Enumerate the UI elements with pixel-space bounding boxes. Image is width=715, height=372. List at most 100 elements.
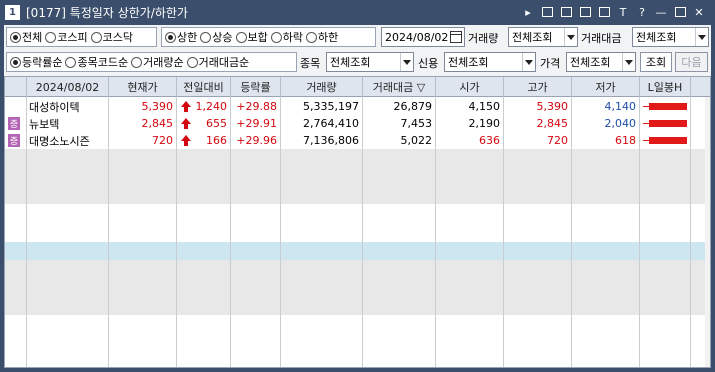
trade-amount: 26,879 [393,100,433,113]
item-label: 종목 [300,57,321,70]
chevron-down-icon[interactable] [564,28,577,46]
volume-select[interactable]: 전체조회 [508,27,578,47]
header-volume[interactable]: 거래량 [281,77,363,97]
empty-band [5,149,705,204]
header-amount[interactable]: 거래대금 ▽ [363,77,436,97]
caret-right-icon[interactable]: ▸ [520,4,536,20]
limit-radio-flat[interactable]: 보합 [235,29,268,45]
market-radio-group: 전체 코스피 코스닥 [6,27,157,47]
chevron-down-icon[interactable] [522,53,535,71]
limit-radio-rise[interactable]: 상승 [200,29,233,45]
item-select[interactable]: 전체조회 [326,52,414,72]
amount-select[interactable]: 전체조회 [632,27,709,47]
trade-amount: 7,453 [400,117,433,130]
change-rate: +29.91 [236,117,277,130]
table-row[interactable]: 대성하이텍 5,390 1,240 +29.88 5,335,197 26,879 4,15… [5,98,705,115]
empty-band [5,260,705,315]
daily-candle-bar [649,137,687,144]
limit-radio-fall[interactable]: 하락 [270,29,303,45]
sort-radio-rate[interactable]: 등락률순 [10,54,62,70]
link-icon[interactable] [558,4,574,20]
grid-header: 2024/08/02 현재가 전일대비 등락률 거래량 거래대금 ▽ 시가 고가… [5,77,710,97]
header-date[interactable]: 2024/08/02 [27,77,109,97]
stock-name[interactable]: 대성하이텍 [29,98,109,115]
search-button[interactable]: 조회 [640,52,672,72]
font-size-icon[interactable]: T [615,4,631,20]
volume-select-value: 전체조회 [512,31,553,44]
table-row[interactable]: 증 뉴보텍 2,845 655 +29.91 2,764,410 7,453 2,190 2,8… [5,115,705,132]
window-number: 1 [5,5,20,20]
margin-badge: 증 [8,134,20,147]
limit-radio-upper[interactable]: 상한 [165,29,197,45]
header-daily-candle[interactable]: L일봉H [640,77,691,97]
limit-radio-lower[interactable]: 하한 [306,29,338,45]
price-change: 1,240 [195,100,228,113]
market-radio-kosdaq[interactable]: 코스닥 [90,29,133,45]
price-select-value: 전체조회 [570,56,611,69]
title-icons: ▸ T ? — ✕ [520,4,707,20]
header-high[interactable]: 고가 [504,77,572,97]
high-price: 720 [547,134,568,147]
filter-row-1: 전체 코스피 코스닥 상한 상승 보합 하락 하한 2024/08/02 거래량… [4,25,711,49]
chevron-down-icon[interactable] [400,53,413,71]
trade-volume: 2,764,410 [303,117,359,130]
item-select-value: 전체조회 [330,56,371,69]
date-value: 2024/08/02 [385,30,449,44]
close-icon[interactable]: ✕ [691,4,707,20]
open-price: 2,190 [468,117,501,130]
high-price: 5,390 [536,100,569,113]
price-change: 655 [206,117,227,130]
daily-candle-bar [649,120,687,127]
table-row[interactable]: 증 대명소노시즌 720 166 +29.96 7,136,806 5,022 636 720 6… [5,132,705,149]
change-rate: +29.96 [236,134,277,147]
current-price: 5,390 [141,100,174,113]
limit-radio-group: 상한 상승 보합 하락 하한 [161,27,376,47]
header-change[interactable]: 전일대비 [177,77,231,97]
low-price: 618 [615,134,636,147]
calendar-icon[interactable] [450,31,462,43]
change-rate: +29.88 [236,100,277,113]
trade-volume: 7,136,806 [303,134,359,147]
vertical-scrollbar[interactable] [705,97,710,367]
credit-select-value: 전체조회 [448,56,489,69]
memo-icon[interactable] [539,4,555,20]
trade-amount: 5,022 [400,134,433,147]
open-price: 636 [479,134,500,147]
market-radio-kospi[interactable]: 코스피 [45,29,88,45]
screen-icon[interactable] [596,4,612,20]
sort-radio-volume[interactable]: 거래량순 [131,54,184,70]
sort-radio-group: 등락률순 종목코드순 거래량순 거래대금순 [6,52,297,72]
credit-label: 신용 [418,57,439,70]
price-change: 166 [206,134,227,147]
title-bar: 1 [0177] 특정일자 상한가/하한가 ▸ T ? — ✕ [0,0,715,25]
trade-volume: 5,335,197 [303,100,359,113]
result-grid: 2024/08/02 현재가 전일대비 등락률 거래량 거래대금 ▽ 시가 고가… [4,76,711,368]
help-icon[interactable]: ? [634,4,650,20]
margin-badge: 증 [8,117,20,130]
main-frame: 전체 코스피 코스닥 상한 상승 보합 하락 하한 2024/08/02 거래량… [4,25,711,368]
sort-radio-amount[interactable]: 거래대금순 [186,54,249,70]
header-low[interactable]: 저가 [572,77,640,97]
stock-name[interactable]: 대명소노시즌 [29,132,109,149]
window-title: [0177] 특정일자 상한가/하한가 [26,6,188,20]
amount-select-value: 전체조회 [636,31,677,44]
header-open[interactable]: 시가 [436,77,504,97]
header-price[interactable]: 현재가 [109,77,177,97]
price-select[interactable]: 전체조회 [566,52,636,72]
minimize-icon[interactable]: — [653,4,669,20]
volume-label: 거래량 [468,32,499,45]
chevron-down-icon[interactable] [695,28,708,46]
header-rate[interactable]: 등락률 [231,77,281,97]
amount-label: 거래대금 [581,32,622,45]
stock-name[interactable]: 뉴보텍 [29,115,109,132]
maximize-icon[interactable] [672,4,688,20]
sort-radio-code[interactable]: 종목코드순 [65,54,128,70]
date-field[interactable]: 2024/08/02 [381,27,465,47]
filter-row-2: 등락률순 종목코드순 거래량순 거래대금순 종목 전체조회 신용 전체조회 가격… [4,50,711,74]
next-button[interactable]: 다음 [675,52,708,72]
credit-select[interactable]: 전체조회 [444,52,536,72]
market-radio-all[interactable]: 전체 [10,29,42,45]
chevron-down-icon[interactable] [622,53,635,71]
copy-window-icon[interactable] [577,4,593,20]
open-price: 4,150 [468,100,501,113]
